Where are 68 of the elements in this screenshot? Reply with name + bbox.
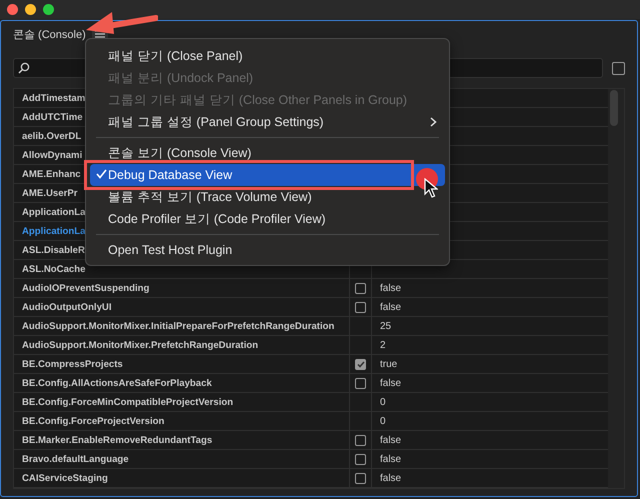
table-row[interactable]: AudioIOPreventSuspending false: [14, 279, 608, 298]
table-row[interactable]: AudioOutputOnlyUI false: [14, 298, 608, 317]
arrow-annotation: [86, 12, 158, 34]
table-cell: BE.Marker.EnableRemoveRedundantTags: [22, 434, 212, 446]
table-row[interactable]: BE.Marker.EnableRemoveRedundantTags false: [14, 431, 608, 450]
table-cell: AME.UserPr: [22, 188, 78, 198]
table-cell: AudioOutputOnlyUI: [22, 302, 112, 312]
table-cell: Bravo.defaultLanguage: [22, 454, 129, 464]
table-cell: BE.Config.ForceMinCompatibleProjectVersion: [22, 396, 234, 408]
checkbox[interactable]: [355, 282, 366, 294]
table-cell: AllowDynami: [22, 150, 82, 160]
cursor-icon: [424, 178, 438, 198]
menu-item[interactable]: Debug Database View: [90, 164, 445, 186]
table-cell: AddTimestam: [22, 92, 86, 104]
checkbox[interactable]: [355, 434, 366, 446]
table-cell: 0: [380, 396, 386, 408]
table-cell: false: [380, 282, 402, 294]
checkbox[interactable]: [355, 378, 366, 388]
menu-item[interactable]: Code Profiler 보기 (Code Profiler View): [90, 208, 445, 230]
minimize-button[interactable]: [25, 4, 36, 15]
table-cell: BE.CompressProjects: [22, 358, 123, 370]
table-cell: false: [380, 434, 402, 446]
table-cell: 0: [380, 416, 386, 426]
table-row[interactable]: BE.Config.ForceProjectVersion 0: [14, 412, 608, 431]
checkmark-icon: [96, 169, 106, 179]
table-cell: false: [380, 454, 402, 464]
table-cell: 25: [380, 320, 392, 332]
table-cell: AudioSupport.MonitorMixer.PrefetchRangeDuration: [22, 340, 258, 350]
checkbox[interactable]: [355, 302, 366, 312]
checkbox[interactable]: [355, 358, 366, 370]
table-cell: CAIServiceStaging: [22, 472, 108, 484]
table-row[interactable]: BE.Config.ForceMinCompatibleProjectVersion 0: [14, 393, 608, 412]
table-cell: false: [380, 472, 402, 484]
table-row[interactable]: AudioSupport.MonitorMixer.InitialPrepareForPrefetchRangeDuration 25: [14, 317, 608, 336]
checkbox[interactable]: [355, 472, 366, 484]
menu-item[interactable]: 볼륨 추적 보기 (Trace Volume View): [90, 186, 445, 208]
table-cell: AudioIOPreventSuspending: [22, 282, 150, 294]
table-cell: aelib.OverDL: [22, 130, 82, 142]
table-row[interactable]: BE.CompressProjects true: [14, 355, 608, 374]
table-cell: false: [380, 378, 402, 388]
menu-item[interactable]: 패널 닫기 (Close Panel): [90, 45, 445, 67]
menu-item[interactable]: 패널 그룹 설정 (Panel Group Settings): [90, 111, 445, 133]
table-cell: true: [380, 358, 398, 370]
table-cell: ASL.NoCache: [22, 264, 86, 274]
table-cell: BE.Config.ForceProjectVersion: [22, 416, 164, 426]
zoom-button[interactable]: [43, 4, 54, 15]
table-cell: ApplicationLa: [22, 226, 86, 236]
table-cell: BE.Config.AllActionsAreSafeForPlayback: [22, 378, 212, 388]
table-cell: AddUTCTime: [22, 112, 83, 122]
chevron-right-icon: [430, 117, 437, 127]
scrollbar-thumb[interactable]: [610, 90, 618, 126]
table-row[interactable]: BE.Config.AllActionsAreSafeForPlayback false: [14, 374, 608, 393]
checkbox[interactable]: [612, 62, 625, 74]
checkbox[interactable]: [355, 454, 366, 464]
table-row[interactable]: AudioSupport.MonitorMixer.PrefetchRangeDuration 2: [14, 336, 608, 355]
table-cell: ASL.DisableR: [22, 244, 85, 256]
table-cell: ApplicationLa: [22, 206, 86, 218]
table-row[interactable]: Bravo.defaultLanguage false: [14, 450, 608, 469]
table-cell: AudioSupport.MonitorMixer.InitialPrepareForPrefetchRangeDuration: [22, 320, 334, 332]
panel-title[interactable]: 콘솔 (Console): [13, 26, 86, 42]
menu-item[interactable]: 콘솔 보기 (Console View): [90, 142, 445, 164]
table-cell: 2: [380, 340, 386, 350]
table-cell: AME.Enhanc: [22, 168, 81, 180]
close-button[interactable]: [7, 4, 18, 15]
menu-item[interactable]: Open Test Host Plugin: [90, 239, 445, 261]
table-row[interactable]: CAIServiceStaging false: [14, 469, 608, 488]
search-icon: [18, 62, 30, 74]
table-cell: false: [380, 302, 402, 312]
